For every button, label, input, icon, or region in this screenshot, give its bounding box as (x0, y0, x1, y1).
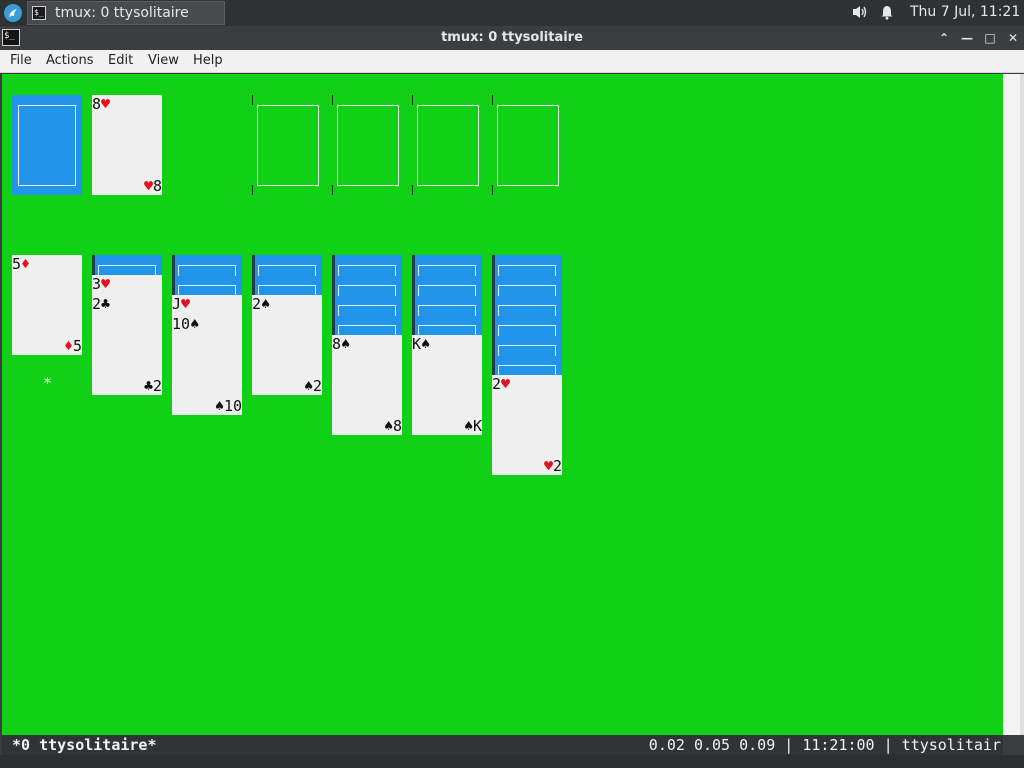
tableau-4-facedown (252, 255, 322, 296)
terminal-icon: $_ (32, 6, 46, 20)
window-titlebar[interactable]: $_ tmux: 0 ttysolitaire ⌃ — □ ✕ (0, 26, 1024, 50)
card-rank-top: 5♦ (12, 255, 31, 273)
card-rank-bottom: ♦5 (63, 337, 82, 355)
minimize-button[interactable]: — (958, 29, 976, 47)
tableau-2-facedown (92, 255, 162, 276)
card-rank-top: 2♣ (92, 295, 111, 313)
foundation-slot-4[interactable] (492, 95, 562, 195)
tableau-7-facedown (492, 255, 562, 376)
tmux-status-bar: *0 ttysolitaire* 0.02 0.05 0.09 | 11:21:… (2, 735, 1003, 755)
tableau-5-facedown (332, 255, 402, 336)
window-title: tmux: 0 ttysolitaire (441, 30, 583, 45)
foundation-slot-3[interactable] (412, 95, 482, 195)
foundation-slot-2[interactable] (332, 95, 402, 195)
terminal-scrollbar[interactable] (1003, 74, 1024, 735)
card-under-rank: 3♥ (92, 275, 111, 293)
card-rank-top: 2♠ (252, 295, 271, 313)
clock[interactable]: Thu 7 Jul, 11:21 (910, 4, 1020, 20)
cursor-marker: * (43, 374, 53, 392)
card-rank-top: 8♥ (92, 95, 111, 113)
menu-help[interactable]: Help (193, 53, 223, 68)
card-back-frame (18, 105, 76, 186)
tableau-4-top-card[interactable]: 2♠ ♠2 (252, 295, 322, 395)
menu-file[interactable]: File (10, 53, 32, 68)
card-rank-top: K♠ (412, 335, 431, 353)
scrollbar-thumb[interactable] (1020, 74, 1024, 735)
card-rank-top: 8♠ (332, 335, 351, 353)
close-button[interactable]: ✕ (1004, 29, 1022, 47)
tmux-status-right: 0.02 0.05 0.09 | 11:21:00 | ttysolitair (648, 736, 1001, 754)
tableau-2-top-card[interactable]: 3♥ 2♣ ♣2 (92, 275, 162, 395)
speaker-icon[interactable] (851, 4, 869, 24)
tableau-6-facedown (412, 255, 482, 336)
card-rank-bottom: ♠10 (214, 397, 242, 415)
card-rank-top: 2♥ (492, 375, 511, 393)
shade-button[interactable]: ⌃ (935, 29, 953, 47)
tableau-5-top-card[interactable]: 8♠ ♠8 (332, 335, 402, 435)
card-rank-bottom: ♠K (463, 417, 482, 435)
card-rank-bottom: ♥8 (143, 177, 162, 195)
tmux-window-list[interactable]: *0 ttysolitaire* (12, 736, 157, 754)
top-panel: $_ tmux: 0 ttysolitaire Thu 7 Jul, 11:21 (0, 0, 1024, 26)
card-rank-bottom: ♥2 (543, 457, 562, 475)
menu-bar: File Actions Edit View Help (0, 50, 1024, 73)
waste-card[interactable]: 8♥ ♥8 (92, 95, 162, 195)
stock-pile[interactable] (12, 95, 82, 195)
card-rank-top: 10♠ (172, 315, 200, 333)
taskbar-item-label: tmux: 0 ttysolitaire (55, 5, 189, 21)
card-rank-bottom: ♠8 (383, 417, 402, 435)
terminal-game-area[interactable]: 8♥ ♥8 5♦ ♦5 * 3♥ 2♣ ♣2 J♥ 10♠ ♠10 2♠ ♠2 … (2, 74, 1003, 735)
bell-icon[interactable] (879, 4, 895, 24)
tableau-3-facedown (172, 255, 242, 296)
card-rank-bottom: ♠2 (303, 377, 322, 395)
tableau-3-top-card[interactable]: J♥ 10♠ ♠10 (172, 295, 242, 415)
maximize-button[interactable]: □ (981, 29, 999, 47)
foundation-slot-1[interactable] (252, 95, 322, 195)
window-bottom-border (0, 755, 1024, 768)
menu-actions[interactable]: Actions (46, 53, 94, 68)
card-rank-bottom: ♣2 (143, 377, 162, 395)
menu-edit[interactable]: Edit (108, 53, 133, 68)
app-menu-logo-icon[interactable] (4, 4, 22, 22)
tableau-1-top-card[interactable]: 5♦ ♦5 (12, 255, 82, 355)
taskbar-item-tmux[interactable]: $_ tmux: 0 ttysolitaire (27, 1, 225, 25)
tableau-6-top-card[interactable]: K♠ ♠K (412, 335, 482, 435)
menu-view[interactable]: View (148, 53, 179, 68)
card-under-rank: J♥ (172, 295, 191, 313)
tableau-7-top-card[interactable]: 2♥ ♥2 (492, 375, 562, 475)
